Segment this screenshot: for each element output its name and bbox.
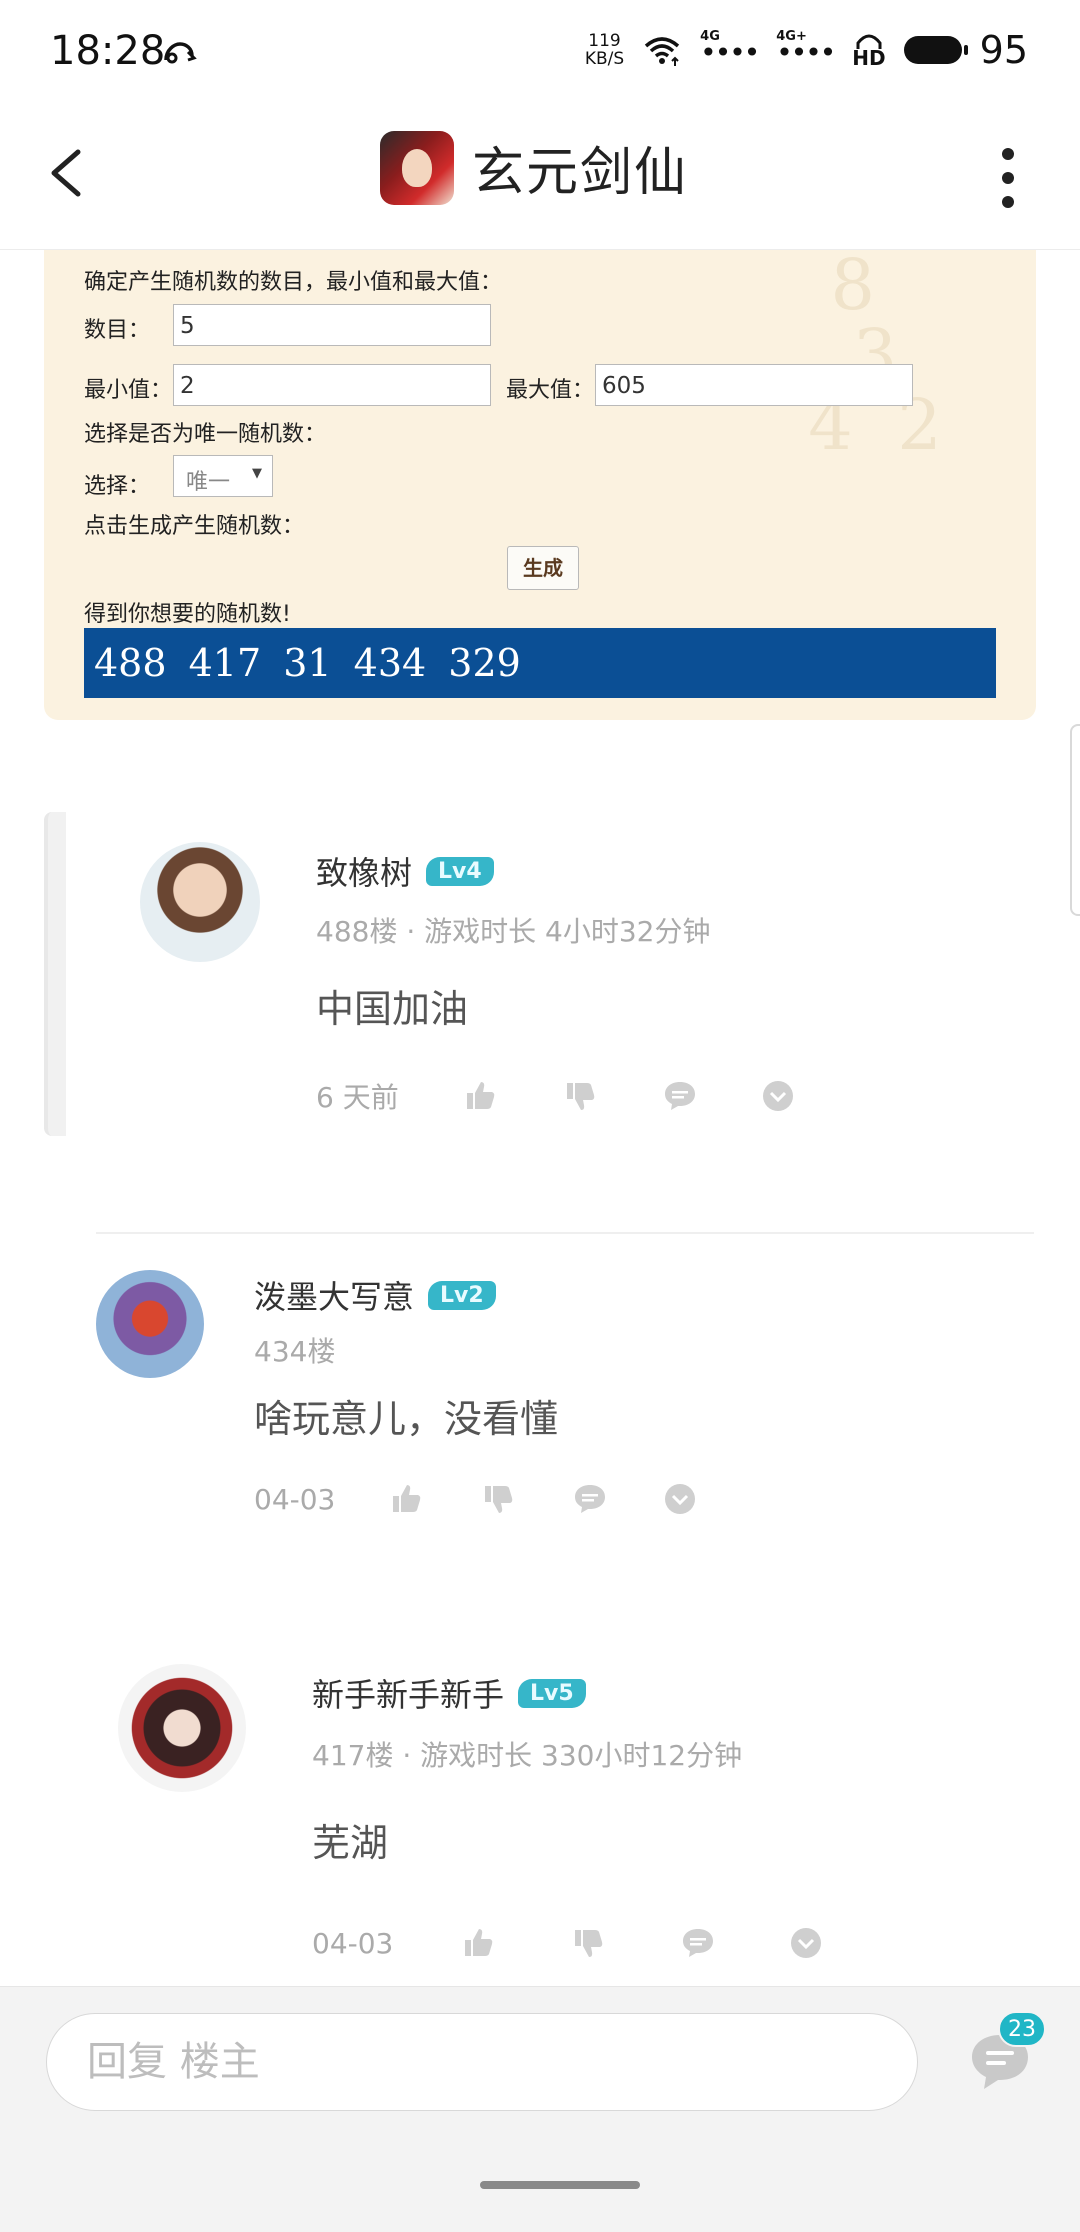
unique-select-value: 唯一 — [186, 470, 231, 495]
level-badge: Lv2 — [428, 1280, 496, 1310]
author-name: 致橡树 — [316, 854, 413, 892]
count-input[interactable]: 5 — [173, 304, 491, 346]
back-arrow-icon[interactable] — [38, 138, 98, 208]
signal-4g-plus-label: 4G+ — [776, 29, 807, 44]
dislike-icon[interactable] — [481, 1482, 515, 1516]
like-icon[interactable] — [461, 1926, 495, 1960]
comment-count-badge: 23 — [998, 2011, 1046, 2047]
select-label: 选择： — [84, 474, 151, 499]
generator-intro: 确定产生随机数的数目，最小值和最大值： — [84, 270, 503, 295]
level-badge: Lv4 — [426, 856, 494, 886]
comment-actions: 6 天前 — [316, 1076, 795, 1116]
unique-prompt: 选择是否为唯一随机数： — [84, 422, 327, 447]
comment-author[interactable]: 泼墨大写意 Lv2 — [254, 1272, 496, 1318]
sync-icon — [164, 42, 197, 64]
generate-button[interactable]: 生成 — [507, 546, 579, 590]
signal-4g-icon: 4G •••• — [700, 29, 760, 69]
status-indicators: 119 KB/S 4G •••• 4G+ •••• HD 95 — [585, 28, 1028, 72]
avatar[interactable] — [140, 842, 260, 962]
reply-icon[interactable] — [681, 1926, 715, 1960]
comment-time: 6 天前 — [316, 1081, 399, 1114]
divider — [96, 1232, 1034, 1234]
generate-prompt: 点击生成产生随机数： — [84, 514, 305, 539]
comment-meta: 417楼 · 游戏时长 330小时12分钟 — [312, 1739, 743, 1772]
like-icon[interactable] — [463, 1079, 497, 1113]
dislike-icon[interactable] — [571, 1926, 605, 1960]
reply-icon[interactable] — [663, 1079, 697, 1113]
reply-input[interactable]: 回复 楼主 — [46, 2013, 918, 2111]
more-actions-icon[interactable] — [663, 1482, 697, 1516]
dislike-icon[interactable] — [563, 1079, 597, 1113]
comment-actions: 04-03 — [254, 1482, 697, 1516]
comment-time: 04-03 — [254, 1482, 336, 1516]
comment-author[interactable]: 新手新手新手 Lv5 — [312, 1670, 586, 1716]
reply-icon[interactable] — [573, 1482, 607, 1516]
comment-meta: 434楼 — [254, 1335, 336, 1368]
hd-headset-icon: HD — [852, 33, 886, 70]
battery-icon — [903, 36, 968, 64]
header-title-group: 玄元剑仙 — [380, 130, 688, 205]
more-options-icon[interactable] — [996, 148, 1020, 208]
battery-percentage: 95 — [979, 28, 1028, 72]
author-name: 泼墨大写意 — [254, 1278, 415, 1316]
signal-4g-plus-icon: 4G+ •••• — [776, 29, 836, 69]
unique-select[interactable]: 唯一 ▼ — [173, 455, 273, 497]
status-bar: 18:28 119 KB/S 4G •••• 4G+ •••• HD 95 — [0, 0, 1080, 108]
count-label: 数目： — [84, 318, 151, 343]
comment-time: 04-03 — [312, 1926, 394, 1960]
max-label: 最大值： — [506, 378, 595, 403]
side-drawer-handle[interactable] — [1070, 724, 1080, 916]
comment-text: 芜湖 — [312, 1821, 389, 1865]
random-result: 488 417 31 434 329 — [84, 628, 996, 698]
max-input[interactable]: 605 — [595, 364, 913, 406]
avatar[interactable] — [118, 1664, 246, 1792]
comment-meta: 488楼 · 游戏时长 4小时32分钟 — [316, 915, 711, 948]
more-actions-icon[interactable] — [761, 1079, 795, 1113]
result-label: 得到你想要的随机数! — [84, 602, 291, 627]
min-input[interactable]: 2 — [173, 364, 491, 406]
game-app-icon — [380, 130, 454, 205]
network-speed-unit: KB/S — [584, 49, 625, 69]
level-badge: Lv5 — [518, 1678, 586, 1708]
like-icon[interactable] — [389, 1482, 423, 1516]
signal-4g-label: 4G — [700, 29, 720, 44]
comment-actions: 04-03 — [312, 1926, 823, 1960]
status-time: 18:28 — [50, 28, 166, 74]
network-speed: 119 KB/S — [585, 32, 624, 68]
page-title: 玄元剑仙 — [472, 143, 689, 203]
home-indicator[interactable] — [480, 2181, 640, 2189]
app-header: 玄元剑仙 — [0, 108, 1080, 250]
comment-text: 啥玩意儿，没看懂 — [254, 1397, 559, 1441]
dropdown-arrow-icon: ▼ — [252, 466, 262, 481]
hd-label: HD — [852, 46, 886, 70]
quote-bar — [44, 812, 66, 1136]
avatar[interactable] — [96, 1270, 204, 1378]
wifi-icon — [645, 37, 680, 66]
author-name: 新手新手新手 — [312, 1676, 505, 1714]
random-generator-panel: 8 3 4 2 确定产生随机数的数目，最小值和最大值： 数目： 5 最小值： 2… — [44, 250, 1036, 720]
comment-author[interactable]: 致橡树 Lv4 — [316, 848, 494, 894]
more-actions-icon[interactable] — [789, 1926, 823, 1960]
network-speed-value: 119 — [588, 31, 621, 51]
bottom-bar: 回复 楼主 23 — [0, 1986, 1080, 2232]
comment-text: 中国加油 — [316, 987, 469, 1031]
min-label: 最小值： — [84, 378, 173, 403]
